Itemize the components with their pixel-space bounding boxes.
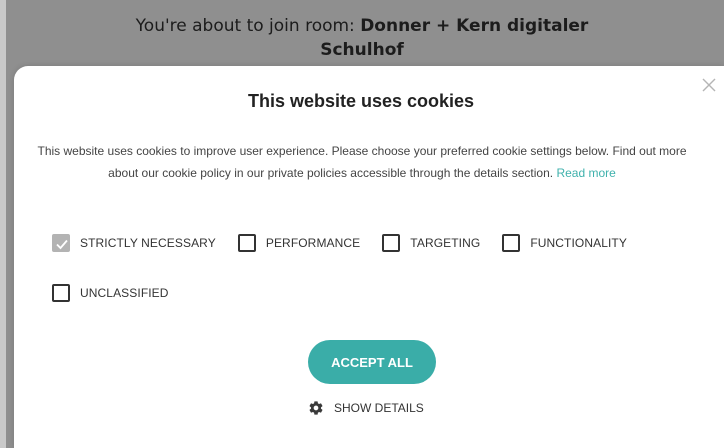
option-functionality[interactable]: FUNCTIONALITY <box>502 234 627 252</box>
room-name-line1: Donner + Kern digitaler <box>360 16 589 36</box>
modal-title: This website uses cookies <box>247 91 475 111</box>
cookie-description: This website uses cookies to improve use… <box>26 140 698 184</box>
targeting-label: TARGETING <box>410 236 481 250</box>
strictly-necessary-checkbox[interactable] <box>52 234 70 252</box>
unclassified-checkbox[interactable] <box>52 284 70 302</box>
gear-icon <box>309 401 323 415</box>
show-details-label: SHOW DETAILS <box>334 401 424 415</box>
checkmark-icon <box>56 239 68 250</box>
functionality-checkbox[interactable] <box>502 234 521 252</box>
unclassified-label: UNCLASSIFIED <box>80 286 169 300</box>
room-name-line2: Schulhof <box>320 40 404 60</box>
performance-checkbox[interactable] <box>237 234 256 252</box>
banner-prefix: You're about to join room: <box>135 16 361 36</box>
option-strictly-necessary[interactable]: STRICTLY NECESSARY <box>52 234 216 252</box>
targeting-checkbox[interactable] <box>382 234 401 252</box>
functionality-label: FUNCTIONALITY <box>530 236 627 250</box>
page-left-edge <box>0 0 6 448</box>
option-targeting[interactable]: TARGETING <box>382 234 480 252</box>
show-details-button[interactable]: SHOW DETAILS <box>308 400 448 416</box>
cookie-consent-modal: This website uses cookies This website u… <box>14 66 724 448</box>
room-join-banner: You're about to join room: Donner + Kern… <box>0 14 724 62</box>
accept-all-button[interactable]: ACCEPT ALL <box>308 340 436 384</box>
option-unclassified[interactable]: UNCLASSIFIED <box>52 284 169 302</box>
performance-label: PERFORMANCE <box>265 236 361 250</box>
option-performance[interactable]: PERFORMANCE <box>237 234 361 252</box>
cookie-options-row-1: STRICTLY NECESSARY PERFORMANCE TARGETING… <box>52 234 627 252</box>
cookie-options-row-2: UNCLASSIFIED <box>52 284 191 302</box>
strictly-necessary-label: STRICTLY NECESSARY <box>80 236 216 250</box>
read-more-link[interactable]: Read more <box>556 166 615 180</box>
